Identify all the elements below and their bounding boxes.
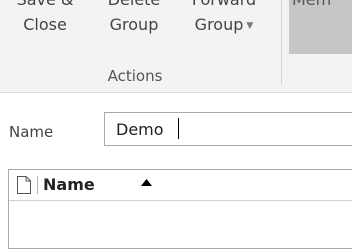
text-cursor [178,118,179,139]
list-header: Name [9,170,352,201]
document-icon [17,176,31,194]
column-header-name[interactable]: Name [43,175,95,195]
forward-group-label-line1: Forward [192,0,256,8]
name-input[interactable] [104,112,352,146]
ribbon-group-label: Actions [107,67,163,85]
delete-group-label-line2: Group [109,15,159,34]
save-close-label-line1: Save & [17,0,74,8]
name-label: Name [9,123,54,141]
ribbon: Save & Close Delete Group Forward Group▼… [0,0,352,93]
members-button[interactable]: Mem [289,0,352,54]
forward-group-label-line2-wrap: Group ▼ [195,14,254,37]
save-close-label-line2: Close [23,15,67,34]
member-list[interactable]: Name [8,169,352,249]
sort-ascending-icon [141,179,152,186]
column-divider[interactable] [37,176,38,194]
save-close-button[interactable]: Save & Close [10,0,80,70]
forward-group-label-line2: Group [194,15,244,34]
members-label: Mem [292,0,331,8]
delete-group-label-line1: Delete [108,0,161,8]
forward-group-button[interactable]: Forward Group▼ [178,0,270,70]
ribbon-group-divider [281,0,282,84]
chevron-down-icon[interactable]: ▼ [246,15,253,37]
delete-group-button[interactable]: Delete Group [94,0,174,70]
